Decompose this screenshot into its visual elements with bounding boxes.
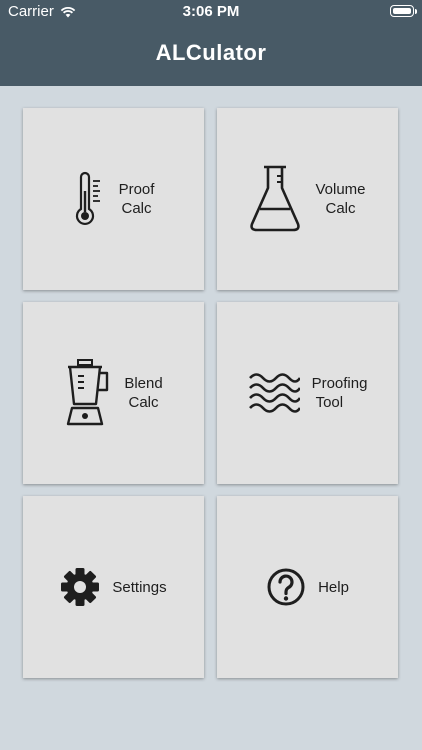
settings-button[interactable]: Settings	[23, 496, 204, 678]
status-bar: Carrier 3:06 PM	[0, 0, 422, 24]
proofing-tool-label-line2: Tool	[315, 394, 344, 411]
help-button[interactable]: Help	[217, 496, 398, 678]
proof-calc-label-line1: Proof	[118, 181, 155, 198]
settings-label: Settings	[112, 578, 167, 596]
volume-calc-button[interactable]: Volume Calc	[217, 108, 398, 290]
flask-icon	[249, 164, 301, 234]
thermometer-icon	[73, 171, 103, 227]
page-title: ALCulator	[155, 40, 267, 65]
waves-icon	[248, 370, 300, 416]
gear-icon	[60, 567, 100, 607]
navigation-bar: Carrier 3:06 PM ALCulator	[0, 0, 422, 86]
help-label: Help	[318, 578, 349, 596]
proof-calc-button[interactable]: Proof Calc	[23, 108, 204, 290]
proofing-tool-button[interactable]: Proofing Tool	[217, 302, 398, 484]
proofing-tool-label-line1: Proofing	[311, 375, 368, 392]
volume-calc-label-line1: Volume	[315, 181, 366, 198]
blend-calc-label-line2: Calc	[128, 394, 159, 411]
blend-calc-label-line1: Blend	[124, 375, 163, 392]
help-icon	[266, 567, 306, 607]
blend-calc-button[interactable]: Blend Calc	[23, 302, 204, 484]
proof-calc-label-line2: Calc	[121, 200, 152, 217]
status-time: 3:06 PM	[182, 3, 240, 20]
battery-icon	[390, 5, 417, 17]
blender-icon	[64, 358, 110, 428]
volume-calc-label-line2: Calc	[325, 200, 356, 217]
